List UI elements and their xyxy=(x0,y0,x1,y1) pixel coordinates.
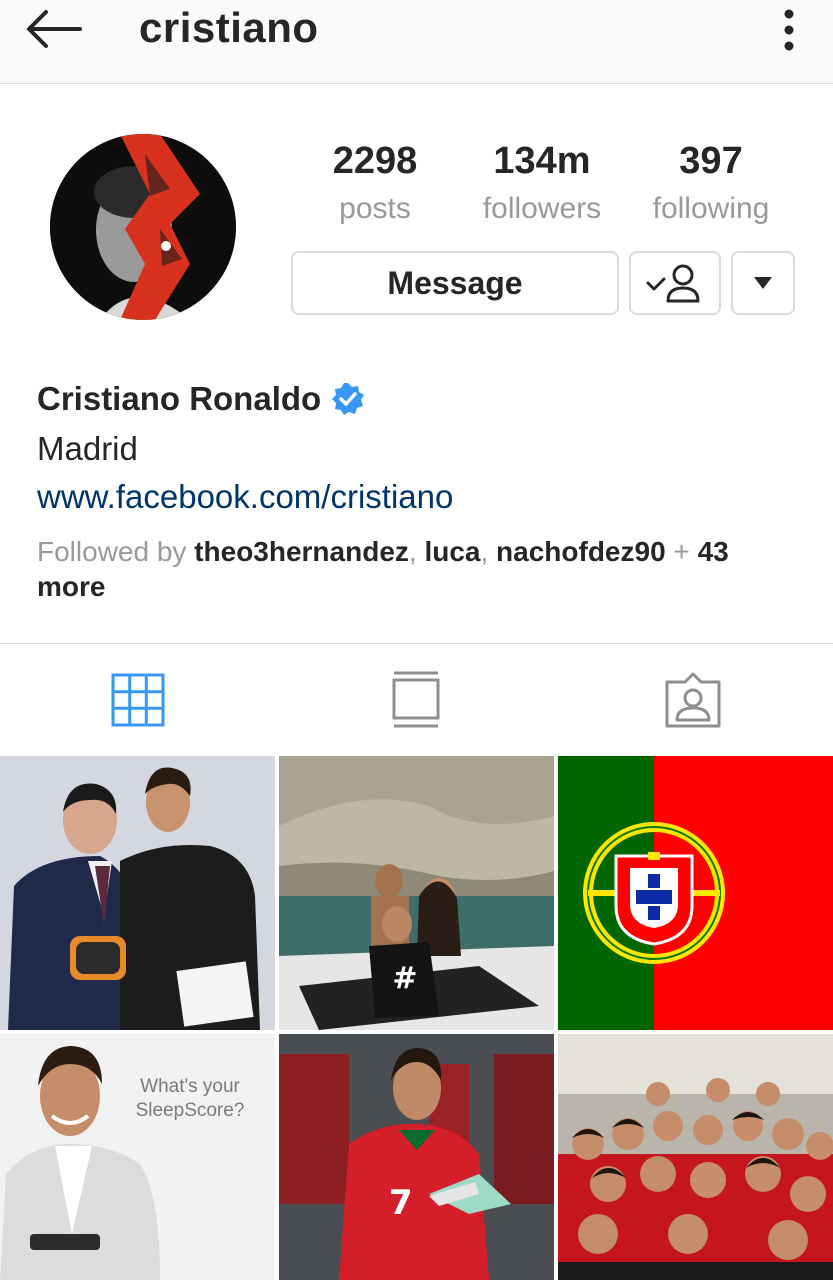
post-thumbnail[interactable]: What's your SleepScore? xyxy=(0,1034,275,1280)
feed-view-tab-icon[interactable] xyxy=(386,670,446,730)
follower-separator: , xyxy=(480,536,497,567)
profile-full-name: Cristiano Ronaldo xyxy=(37,380,365,418)
followers-value: 134m xyxy=(493,140,591,182)
follower-name-1[interactable]: theo3hernandez xyxy=(194,536,409,567)
profile-website-link[interactable]: www.facebook.com/cristiano xyxy=(37,478,453,516)
posts-count[interactable]: 2298 posts xyxy=(290,138,460,234)
follower-plus: + xyxy=(665,536,698,567)
followed-by-prefix: Followed by xyxy=(37,536,195,567)
posts-label: posts xyxy=(339,192,411,225)
tabs-divider xyxy=(0,643,833,644)
posts-value: 2298 xyxy=(332,140,418,182)
caret-down-icon xyxy=(754,277,772,289)
followers-label: followers xyxy=(482,192,602,225)
follower-name-3[interactable]: nachofdez90 xyxy=(496,536,666,567)
following-toggle-button[interactable] xyxy=(629,251,721,315)
sleepscore-ad-line-1: What's your xyxy=(140,1076,240,1097)
user-check-icon xyxy=(646,264,700,303)
more-options-icon[interactable] xyxy=(778,8,800,52)
following-count[interactable]: 397 following xyxy=(626,138,796,234)
message-button[interactable]: Message xyxy=(291,251,619,315)
profile-city: Madrid xyxy=(37,430,138,467)
back-arrow-icon[interactable] xyxy=(24,6,84,52)
follower-name-2[interactable]: luca xyxy=(424,536,480,567)
post-thumbnail[interactable]: # xyxy=(279,756,554,1030)
top-app-bar: cristiano xyxy=(0,0,833,84)
follower-separator: , xyxy=(408,536,425,567)
svg-text:#: # xyxy=(392,961,417,996)
sleepscore-ad-line-2: SleepScore? xyxy=(136,1100,245,1121)
tagged-photos-tab-icon[interactable] xyxy=(663,670,723,730)
followers-count[interactable]: 134m followers xyxy=(457,138,627,234)
post-thumbnail[interactable] xyxy=(558,1034,833,1280)
post-thumbnail[interactable] xyxy=(0,756,275,1030)
profile-avatar[interactable] xyxy=(50,134,236,320)
posts-grid: # What's your SleepScore? 7 xyxy=(0,756,833,1280)
suggestions-dropdown-button[interactable] xyxy=(731,251,795,315)
post-thumbnail[interactable]: 7 xyxy=(279,1034,554,1280)
grid-view-tab-icon[interactable] xyxy=(108,670,168,730)
followed-by-text[interactable]: Followed by theo3hernandez, luca, nachof… xyxy=(37,534,797,604)
post-thumbnail[interactable] xyxy=(558,756,833,1030)
full-name-text: Cristiano Ronaldo xyxy=(37,380,322,417)
verified-badge-icon xyxy=(332,383,365,415)
svg-text:7: 7 xyxy=(389,1183,413,1223)
following-value: 397 xyxy=(679,140,743,182)
following-label: following xyxy=(652,192,770,225)
profile-username-title: cristiano xyxy=(139,4,319,51)
